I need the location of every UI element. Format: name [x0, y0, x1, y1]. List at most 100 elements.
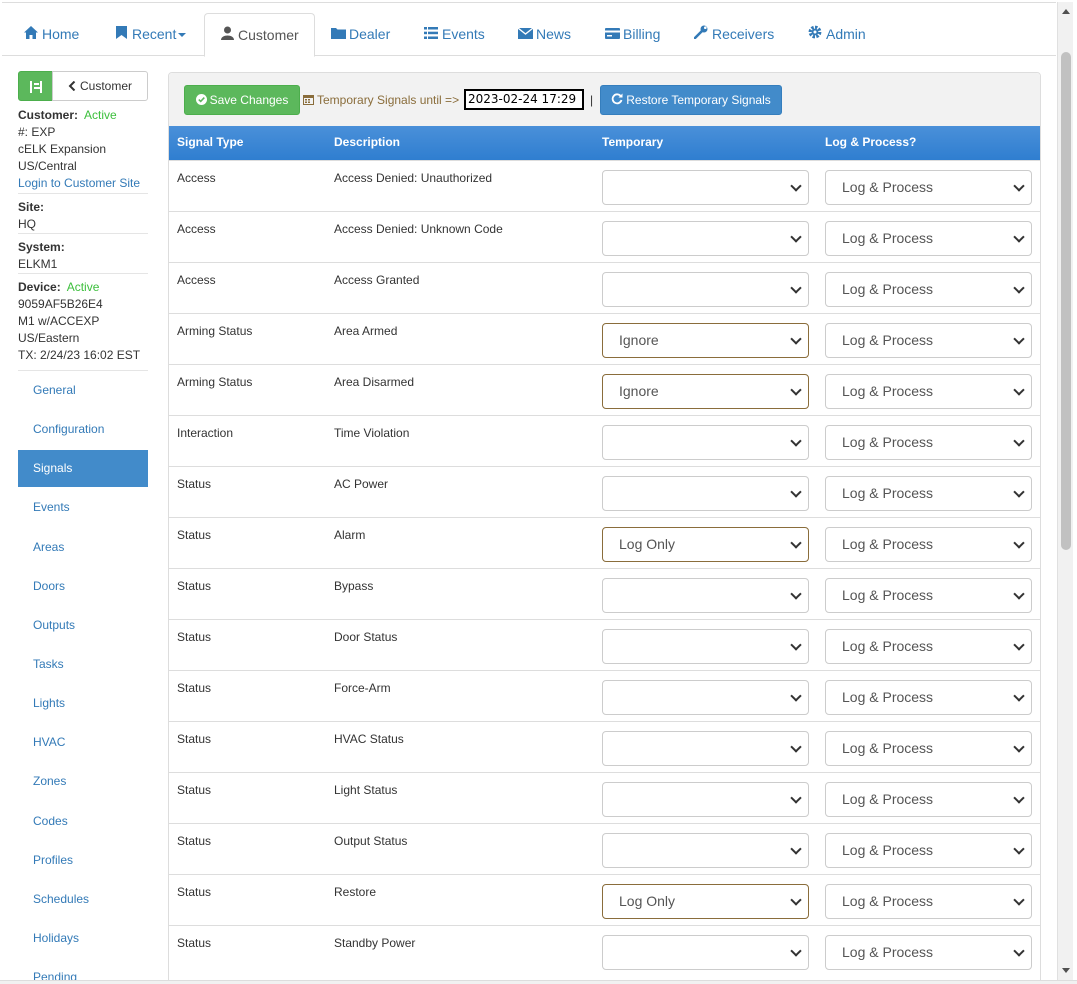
log-process-select[interactable]: Log & Process	[825, 221, 1032, 256]
temporary-select[interactable]: Ignore	[602, 374, 809, 409]
description-cell: Access Denied: Unauthorized	[334, 171, 493, 185]
folder-icon	[331, 13, 346, 56]
sidebar-item-pending[interactable]: Pending	[18, 959, 148, 980]
temporary-select[interactable]	[602, 731, 809, 766]
sidebar-item-outputs[interactable]: Outputs	[18, 607, 148, 644]
temporary-select[interactable]	[602, 680, 809, 715]
sidebar-item-holidays[interactable]: Holidays	[18, 920, 148, 957]
log-process-select[interactable]: Log & Process	[825, 731, 1032, 766]
sidebar-item-codes[interactable]: Codes	[18, 803, 148, 840]
log-process-select[interactable]: Log & Process	[825, 323, 1032, 358]
log-process-select-value: Log & Process	[842, 587, 934, 603]
scrollbar-thumb[interactable]	[1061, 52, 1071, 550]
log-process-select[interactable]: Log & Process	[825, 374, 1032, 409]
restore-temporary-signals-button[interactable]: Restore Temporary Signals	[600, 85, 782, 115]
temporary-select[interactable]	[602, 221, 809, 256]
description-cell: Access Denied: Unknown Code	[334, 222, 503, 236]
log-process-select-value: Log & Process	[842, 893, 934, 909]
home-icon	[24, 13, 38, 56]
chevron-down-icon	[1013, 477, 1025, 510]
envelope-icon	[517, 13, 534, 56]
signal-type-cell: Access	[177, 171, 216, 185]
log-process-select[interactable]: Log & Process	[825, 935, 1032, 970]
temporary-select[interactable]	[602, 578, 809, 613]
tab-news[interactable]: News	[517, 13, 572, 56]
tab-dealer[interactable]: Dealer	[331, 13, 390, 56]
temporary-select[interactable]: Ignore	[602, 323, 809, 358]
sidebar-item-configuration[interactable]: Configuration	[18, 411, 148, 448]
log-process-select[interactable]: Log & Process	[825, 629, 1032, 664]
temporary-signals-label: Temporary Signals until =>	[303, 85, 459, 115]
temporary-select[interactable]	[602, 425, 809, 460]
temporary-select[interactable]	[602, 935, 809, 970]
tab-label: Dealer	[349, 26, 391, 42]
tab-events[interactable]: Events	[424, 13, 485, 56]
sidebar-item-hvac[interactable]: HVAC	[18, 724, 148, 761]
sidebar-item-doors[interactable]: Doors	[18, 568, 148, 605]
scroll-up-arrow-icon[interactable]	[1062, 9, 1070, 14]
temporary-select[interactable]	[602, 629, 809, 664]
tab-admin[interactable]: Admin	[808, 13, 866, 56]
description-cell: Area Armed	[334, 324, 398, 338]
log-process-select[interactable]: Log & Process	[825, 170, 1032, 205]
chevron-down-icon	[790, 324, 802, 357]
log-process-select[interactable]: Log & Process	[825, 527, 1032, 562]
log-process-select[interactable]: Log & Process	[825, 782, 1032, 817]
log-process-select-value: Log & Process	[842, 332, 934, 348]
tab-home[interactable]: Home	[24, 13, 79, 56]
temporary-select[interactable]	[602, 782, 809, 817]
tab-customer[interactable]: Customer	[204, 13, 315, 57]
chevron-down-icon	[1013, 732, 1025, 765]
sidebar-toggle-button[interactable]	[18, 71, 53, 101]
description-cell: AC Power	[334, 477, 389, 491]
description-cell: Bypass	[334, 579, 374, 593]
chevron-down-icon	[1013, 834, 1025, 867]
signal-type-cell: Status	[177, 477, 212, 491]
sidebar-item-events[interactable]: Events	[18, 489, 148, 526]
description-cell: Output Status	[334, 834, 408, 848]
chevron-down-icon	[178, 33, 187, 38]
list-icon	[424, 13, 438, 56]
temporary-select[interactable]	[602, 833, 809, 868]
scroll-down-arrow-icon[interactable]	[1062, 968, 1070, 973]
temporary-select[interactable]	[602, 170, 809, 205]
sidebar-item-areas[interactable]: Areas	[18, 529, 148, 566]
sidebar-item-tasks[interactable]: Tasks	[18, 646, 148, 683]
login-customer-site-link[interactable]: Login to Customer Site	[18, 175, 148, 192]
device-tx: TX: 2/24/23 16:02 EST	[18, 348, 141, 362]
tab-receivers[interactable]: Receivers	[693, 13, 774, 56]
log-process-select[interactable]: Log & Process	[825, 884, 1032, 919]
save-changes-button[interactable]: Save Changes	[184, 85, 300, 115]
tab-label: News	[536, 26, 572, 42]
device-model: M1 w/ACCEXP	[18, 314, 100, 328]
sidebar-item-lights[interactable]: Lights	[18, 685, 148, 722]
log-process-select[interactable]: Log & Process	[825, 578, 1032, 613]
temporary-until-input[interactable]: 2023-02-24 17:29	[464, 89, 584, 110]
sidebar-item-general[interactable]: General	[18, 372, 148, 409]
signal-type-cell: Arming Status	[177, 324, 253, 338]
site-label: Site:	[18, 200, 45, 214]
log-process-select[interactable]: Log & Process	[825, 272, 1032, 307]
log-process-select-value: Log & Process	[842, 383, 934, 399]
tab-billing[interactable]: Billing	[605, 13, 660, 56]
wrench-icon	[693, 13, 708, 56]
log-process-select-value: Log & Process	[842, 740, 934, 756]
log-process-select[interactable]: Log & Process	[825, 425, 1032, 460]
sidebar-item-signals[interactable]: Signals	[18, 450, 148, 487]
temporary-select[interactable]	[602, 272, 809, 307]
log-process-select[interactable]: Log & Process	[825, 833, 1032, 868]
temporary-select[interactable]	[602, 476, 809, 511]
sidebar-item-schedules[interactable]: Schedules	[18, 881, 148, 918]
log-process-select[interactable]: Log & Process	[825, 680, 1032, 715]
temporary-select[interactable]: Log Only	[602, 884, 809, 919]
log-process-select[interactable]: Log & Process	[825, 476, 1032, 511]
signal-type-cell: Status	[177, 630, 212, 644]
temporary-select[interactable]: Log Only	[602, 527, 809, 562]
vertical-scrollbar[interactable]	[1057, 2, 1073, 980]
sidebar-item-zones[interactable]: Zones	[18, 763, 148, 800]
sidebar-item-profiles[interactable]: Profiles	[18, 842, 148, 879]
temporary-select-value: Ignore	[619, 332, 659, 348]
header-signal-type: Signal Type	[177, 135, 244, 149]
tab-recent[interactable]: Recent	[114, 13, 187, 56]
back-to-customer-button[interactable]: Customer	[52, 71, 148, 101]
